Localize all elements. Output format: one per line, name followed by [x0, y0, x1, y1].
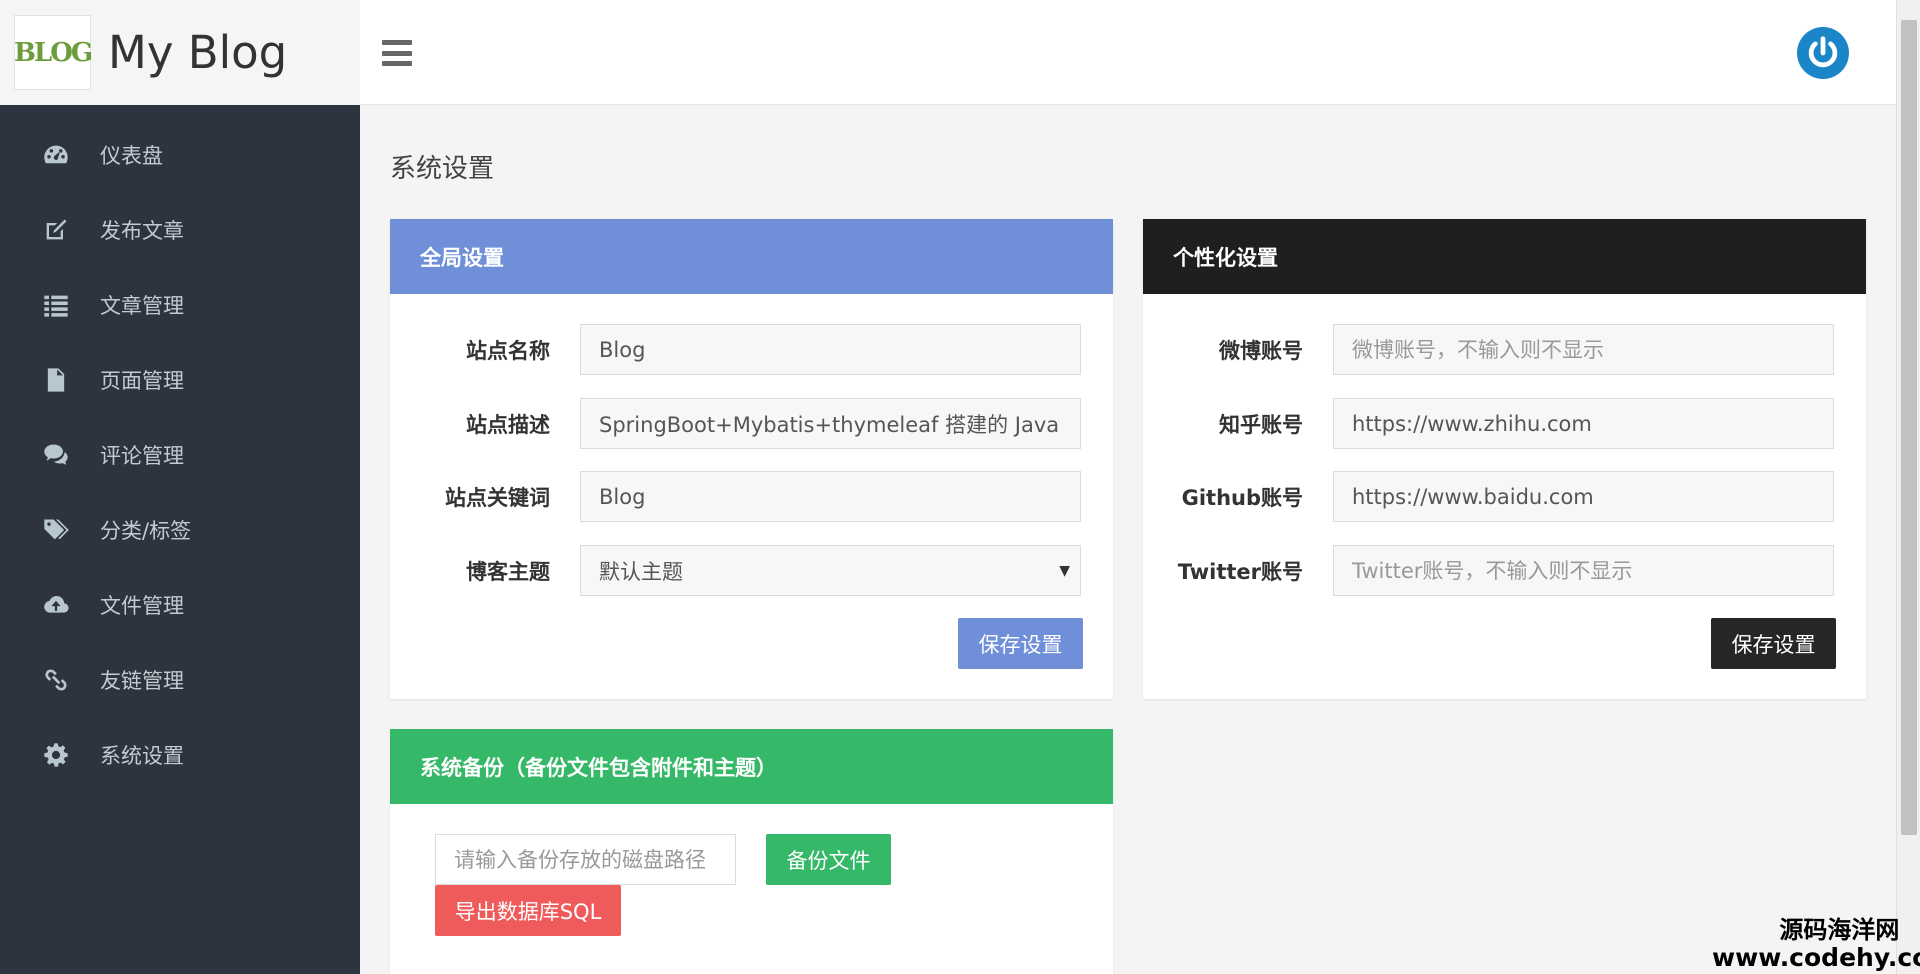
scrollbar[interactable]	[1896, 0, 1920, 974]
twitter-input[interactable]	[1333, 545, 1834, 596]
site-desc-input[interactable]	[580, 398, 1081, 449]
panel-title: 个性化设置	[1173, 245, 1278, 270]
sidebar-item-label: 仪表盘	[100, 143, 163, 168]
blog-theme-label: 博客主题	[466, 559, 550, 584]
weibo-row: 微博账号	[1143, 324, 1834, 375]
site-desc-row: 站点描述	[390, 398, 1081, 449]
comments-icon	[40, 439, 72, 471]
site-keywords-label: 站点关键词	[445, 485, 550, 510]
weibo-label: 微博账号	[1219, 338, 1303, 363]
weibo-input[interactable]	[1333, 324, 1834, 375]
dashboard-icon	[40, 139, 72, 171]
sidebar-item-label: 文章管理	[100, 293, 184, 318]
blog-logo: BLOG	[14, 15, 93, 90]
watermark-line1: 源码海洋网	[1779, 916, 1900, 944]
watermark-line2: www.codehy.com	[1712, 943, 1920, 972]
site-keywords-row: 站点关键词	[390, 471, 1081, 522]
twitter-label: Twitter账号	[1177, 559, 1303, 584]
sidebar-item-tags[interactable]: 分类/标签	[0, 492, 360, 567]
backup-path-input[interactable]	[435, 834, 736, 885]
blog-theme-row: 博客主题 默认主题 ▼	[390, 545, 1081, 596]
backup-file-button[interactable]: 备份文件	[766, 834, 891, 885]
sidebar-item-label: 评论管理	[100, 443, 184, 468]
watermark: 源码海洋网 www.codehy.com	[1712, 916, 1920, 972]
sidebar-item-label: 分类/标签	[100, 518, 192, 543]
list-icon	[40, 289, 72, 321]
cloud-upload-icon	[40, 589, 72, 621]
selected-theme: 默认主题	[599, 559, 683, 584]
personal-save-button[interactable]: 保存设置	[1711, 618, 1836, 669]
github-input[interactable]	[1333, 471, 1834, 522]
sidebar-item-publish[interactable]: 发布文章	[0, 192, 360, 267]
sidebar-item-files[interactable]: 文件管理	[0, 567, 360, 642]
site-name-label: 站点名称	[466, 338, 550, 363]
github-label: Github账号	[1181, 485, 1303, 510]
site-desc-label: 站点描述	[466, 412, 550, 437]
top-header	[360, 0, 1896, 105]
zhihu-row: 知乎账号	[1143, 398, 1834, 449]
sidebar-nav: 仪表盘 发布文章 文章管理 页面管理 评论管理 分类/标签 文件管理 友链管理 …	[0, 105, 360, 792]
sidebar-item-label: 系统设置	[100, 743, 184, 768]
backup-header: 系统备份（备份文件包含附件和主题）	[390, 729, 1113, 804]
caret-down-icon: ▼	[1059, 563, 1070, 579]
sidebar-item-pages[interactable]: 页面管理	[0, 342, 360, 417]
sidebar-item-articles[interactable]: 文章管理	[0, 267, 360, 342]
panel-title: 系统备份（备份文件包含附件和主题）	[420, 755, 777, 780]
zhihu-input[interactable]	[1333, 398, 1834, 449]
sidebar-item-comments[interactable]: 评论管理	[0, 417, 360, 492]
panel-title: 全局设置	[420, 245, 504, 270]
page-title: 系统设置	[390, 154, 495, 184]
hamburger-icon[interactable]	[382, 40, 412, 66]
global-save-button[interactable]: 保存设置	[958, 618, 1083, 669]
export-sql-button[interactable]: 导出数据库SQL	[435, 885, 621, 936]
personal-settings-panel: 个性化设置 微博账号 知乎账号 Github账号 Twitter账号 保存设置	[1143, 219, 1866, 699]
link-icon	[40, 664, 72, 696]
file-icon	[40, 364, 72, 396]
sidebar-item-settings[interactable]: 系统设置	[0, 717, 360, 792]
scrollbar-thumb[interactable]	[1901, 20, 1917, 835]
edit-icon	[40, 214, 72, 246]
sidebar-item-dashboard[interactable]: 仪表盘	[0, 117, 360, 192]
sidebar-item-label: 发布文章	[100, 218, 184, 243]
gear-icon	[40, 739, 72, 771]
sidebar-item-label: 页面管理	[100, 368, 184, 393]
sidebar-item-links[interactable]: 友链管理	[0, 642, 360, 717]
github-row: Github账号	[1143, 471, 1834, 522]
personal-settings-header: 个性化设置	[1143, 219, 1866, 294]
site-name-row: 站点名称	[390, 324, 1081, 375]
power-icon[interactable]	[1797, 27, 1849, 79]
site-keywords-input[interactable]	[580, 471, 1081, 522]
site-name-input[interactable]	[580, 324, 1081, 375]
sidebar: BLOG My Blog 仪表盘 发布文章 文章管理 页面管理 评论管理 分类/…	[0, 0, 360, 974]
twitter-row: Twitter账号	[1143, 545, 1834, 596]
sidebar-item-label: 友链管理	[100, 668, 184, 693]
brand[interactable]: BLOG My Blog	[0, 0, 360, 105]
brand-title: My Blog	[108, 26, 288, 79]
blog-theme-select[interactable]: 默认主题 ▼	[580, 545, 1081, 596]
tags-icon	[40, 514, 72, 546]
global-settings-header: 全局设置	[390, 219, 1113, 294]
zhihu-label: 知乎账号	[1219, 412, 1303, 437]
backup-panel: 系统备份（备份文件包含附件和主题） 备份文件 导出数据库SQL	[390, 729, 1113, 974]
global-settings-panel: 全局设置 站点名称 站点描述 站点关键词 博客主题 默认主题 ▼ 保存设置	[390, 219, 1113, 699]
sidebar-item-label: 文件管理	[100, 593, 184, 618]
